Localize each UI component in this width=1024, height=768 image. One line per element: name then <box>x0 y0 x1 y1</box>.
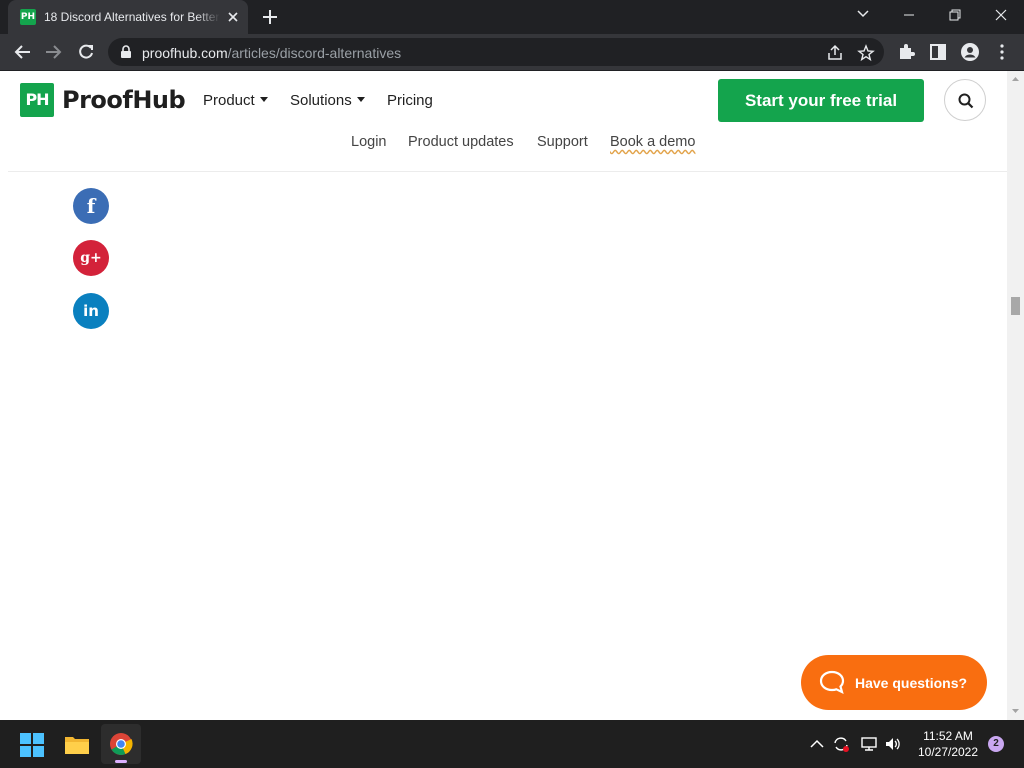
show-hidden-icons-chevron-icon[interactable] <box>808 735 826 753</box>
chrome-taskbar-button[interactable] <box>101 724 141 764</box>
page-scrollbar[interactable] <box>1007 71 1024 720</box>
scrollbar-thumb[interactable] <box>1011 297 1020 315</box>
browser-tab[interactable]: PH 18 Discord Alternatives for Better <box>8 0 248 34</box>
clock-time: 11:52 AM <box>923 729 973 743</box>
caret-down-icon <box>259 97 268 102</box>
close-window-button[interactable] <box>978 0 1024 30</box>
nav-product[interactable]: Product <box>203 91 268 111</box>
address-bar[interactable]: proofhub.com/articles/discord-alternativ… <box>108 38 884 66</box>
volume-icon[interactable] <box>884 735 902 753</box>
subnav-product-updates[interactable]: Product updates <box>408 133 514 151</box>
network-icon[interactable] <box>860 735 878 753</box>
scroll-up-icon[interactable] <box>1011 75 1020 83</box>
share-icon[interactable] <box>826 44 844 62</box>
nav-solutions[interactable]: Solutions <box>290 91 365 111</box>
taskbar-clock[interactable]: 11:52 AM 10/27/2022 <box>908 728 988 760</box>
url-path: /articles/discord-alternatives <box>227 45 402 61</box>
start-button[interactable] <box>12 724 52 764</box>
windows-taskbar: 11:52 AM 10/27/2022 2 <box>0 720 1024 768</box>
windows-logo-icon <box>20 733 44 757</box>
start-free-trial-button[interactable]: Start your free trial <box>718 79 924 122</box>
new-tab-button[interactable] <box>258 6 282 28</box>
nav-solutions-label: Solutions <box>290 92 352 109</box>
folder-icon <box>65 737 89 754</box>
reload-button[interactable] <box>72 38 100 66</box>
header-divider <box>8 171 1007 172</box>
tab-close-icon[interactable] <box>224 8 242 26</box>
restore-window-button[interactable] <box>932 0 978 30</box>
file-explorer-button[interactable] <box>57 724 97 764</box>
sync-icon[interactable] <box>832 735 850 753</box>
back-button[interactable] <box>8 38 36 66</box>
nav-product-label: Product <box>203 92 255 109</box>
nav-pricing[interactable]: Pricing <box>387 91 433 111</box>
have-questions-chat-button[interactable]: Have questions? <box>801 655 987 710</box>
proofhub-favicon-icon: PH <box>20 9 36 25</box>
proofhub-logo-text[interactable]: ProofHub <box>62 85 186 115</box>
minimize-window-button[interactable] <box>886 0 932 30</box>
profile-avatar-icon[interactable] <box>960 42 980 62</box>
scroll-down-icon[interactable] <box>1011 707 1020 715</box>
tab-search-chevron-icon[interactable] <box>851 4 875 26</box>
web-page: PH ProofHub Product Solutions Pricing St… <box>0 71 1007 720</box>
facebook-share-icon[interactable]: f <box>73 188 109 224</box>
active-app-indicator <box>115 760 127 763</box>
caret-down-icon <box>356 97 365 102</box>
chat-bubble-icon <box>819 670 845 694</box>
search-icon <box>958 93 974 109</box>
clock-date: 10/27/2022 <box>917 745 979 759</box>
browser-toolbar: proofhub.com/articles/discord-alternativ… <box>0 34 1024 71</box>
proofhub-logo-icon[interactable]: PH <box>20 83 54 117</box>
url-host: proofhub.com <box>142 45 228 61</box>
subnav-login[interactable]: Login <box>351 133 386 151</box>
chat-button-label: Have questions? <box>855 675 968 691</box>
url-text[interactable]: proofhub.com/articles/discord-alternativ… <box>142 45 401 61</box>
forward-button[interactable] <box>40 38 68 66</box>
subnav-support[interactable]: Support <box>537 133 588 151</box>
subnav-book-demo[interactable]: Book a demo <box>610 133 695 151</box>
lock-icon[interactable] <box>120 45 132 59</box>
google-plus-share-icon[interactable]: g+ <box>73 240 109 276</box>
notification-count-badge[interactable]: 2 <box>988 736 1004 752</box>
chrome-logo-icon <box>110 733 133 755</box>
extensions-puzzle-icon[interactable] <box>896 42 916 62</box>
linkedin-share-icon[interactable]: in <box>73 293 109 329</box>
tab-title: 18 Discord Alternatives for Better <box>44 9 220 25</box>
chrome-menu-icon[interactable] <box>992 42 1012 62</box>
bookmark-star-icon[interactable] <box>857 44 875 62</box>
browser-tab-strip: PH 18 Discord Alternatives for Better <box>0 0 1024 34</box>
site-search-button[interactable] <box>944 79 986 121</box>
side-panel-icon[interactable] <box>928 42 948 62</box>
